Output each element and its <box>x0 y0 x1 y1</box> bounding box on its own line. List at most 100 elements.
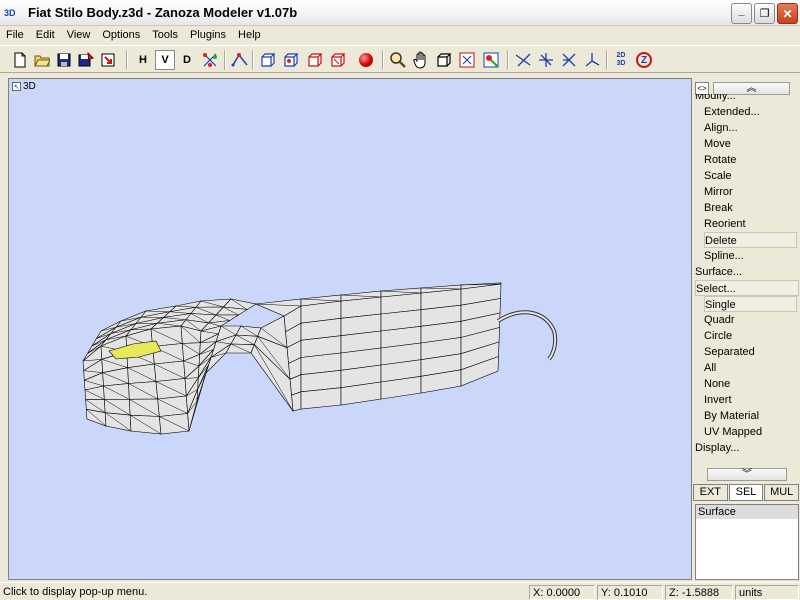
title-bar[interactable]: 3D Fiat Stilo Body.z3d - Zanoza Modeler … <box>0 0 800 26</box>
window-title: Fiat Stilo Body.z3d - Zanoza Modeler v1.… <box>28 5 298 20</box>
command-quadr[interactable]: Quadr <box>704 312 735 328</box>
command-select[interactable]: Select... <box>695 280 799 296</box>
command-modify[interactable]: Modify... <box>695 94 736 104</box>
pan-button[interactable] <box>411 50 431 70</box>
tab-sel[interactable]: SEL <box>728 484 764 501</box>
command-rotate[interactable]: Rotate <box>704 152 736 168</box>
command-display[interactable]: Display... <box>695 440 739 456</box>
2d-3d-label: 2D 3D <box>616 52 626 67</box>
edges-button[interactable] <box>230 50 250 70</box>
import-button[interactable] <box>98 50 118 70</box>
menu-view[interactable]: View <box>61 26 97 45</box>
chevron-down-icon: ︾ <box>742 468 752 480</box>
app-window: 3D Fiat Stilo Body.z3d - Zanoza Modeler … <box>0 0 800 600</box>
command-move[interactable]: Move <box>704 136 731 152</box>
axis-4-button[interactable] <box>582 50 602 70</box>
menu-edit[interactable]: Edit <box>30 26 61 45</box>
camera-icon <box>483 52 499 68</box>
command-all[interactable]: All <box>704 360 716 376</box>
new-file-icon <box>14 52 26 68</box>
command-uv-mapped[interactable]: UV Mapped <box>704 424 762 440</box>
selection-info-box: Surface <box>695 504 799 580</box>
command-spline[interactable]: Spline... <box>704 248 744 264</box>
viewport-menu-icon[interactable]: ↖ <box>12 82 21 91</box>
menu-options[interactable]: Options <box>96 26 146 45</box>
command-invert[interactable]: Invert <box>704 392 732 408</box>
command-single[interactable]: Single <box>704 296 797 312</box>
cube-button[interactable] <box>305 50 325 70</box>
restore-button[interactable]: ❐ <box>754 3 775 24</box>
menu-plugins[interactable]: Plugins <box>184 26 232 45</box>
command-reorient[interactable]: Reorient <box>704 216 746 232</box>
menu-bar: File Edit View Options Tools Plugins Hel… <box>0 26 800 45</box>
save-icon <box>57 53 71 67</box>
menu-tools[interactable]: Tools <box>146 26 184 45</box>
minimize-icon: _ <box>738 4 745 17</box>
command-circle[interactable]: Circle <box>704 328 732 344</box>
status-message: Click to display pop-up menu. <box>3 586 148 598</box>
viewport-title: 3D <box>23 81 36 92</box>
menu-file[interactable]: File <box>0 26 30 45</box>
camera-button[interactable] <box>481 50 501 70</box>
view-d-button[interactable]: D <box>177 50 197 70</box>
menu-help[interactable]: Help <box>232 26 267 45</box>
close-icon: ✕ <box>782 6 793 21</box>
open-button[interactable] <box>32 50 52 70</box>
z-button[interactable]: Z <box>634 50 654 70</box>
command-scale[interactable]: Scale <box>704 168 732 184</box>
z-icon: Z <box>636 52 652 68</box>
axis-2-button[interactable] <box>536 50 556 70</box>
axis-4-icon <box>585 53 600 67</box>
app-icon[interactable]: 3D <box>4 6 20 20</box>
view-v-button[interactable]: V <box>155 50 175 70</box>
zoom-extents-button[interactable] <box>457 50 477 70</box>
zoom-icon <box>390 52 406 68</box>
command-align[interactable]: Align... <box>704 120 738 136</box>
command-mirror[interactable]: Mirror <box>704 184 733 200</box>
tab-mul[interactable]: MUL <box>764 484 800 501</box>
cube-select-button[interactable] <box>328 50 348 70</box>
command-none[interactable]: None <box>704 376 730 392</box>
front-nose-mesh[interactable] <box>82 298 257 435</box>
save-button[interactable] <box>54 50 74 70</box>
zoom-button[interactable] <box>388 50 408 70</box>
box-select-button[interactable] <box>281 50 301 70</box>
chevron-up-icon: ︽ <box>746 82 757 94</box>
axis-3-button[interactable] <box>559 50 579 70</box>
selection-info-title: Surface <box>696 505 798 519</box>
command-break[interactable]: Break <box>704 200 733 216</box>
cube-select-icon <box>331 53 346 67</box>
tab-ext[interactable]: EXT <box>693 484 728 501</box>
command-extended[interactable]: Extended... <box>704 104 760 120</box>
command-by-material[interactable]: By Material <box>704 408 759 424</box>
box-button[interactable] <box>258 50 278 70</box>
3d-viewport[interactable]: ↖ 3D <box>8 78 692 580</box>
command-surface[interactable]: Surface... <box>695 264 742 280</box>
points-button[interactable] <box>200 50 220 70</box>
scroll-down-button[interactable]: ︾ <box>707 468 787 481</box>
command-delete[interactable]: Delete <box>704 232 797 248</box>
sphere-button[interactable] <box>356 50 376 70</box>
minimize-button[interactable]: _ <box>731 3 752 24</box>
rotate-view-button[interactable] <box>434 50 454 70</box>
axis-3-icon <box>562 53 576 67</box>
2d-3d-toggle-button[interactable]: 2D 3D <box>611 50 631 70</box>
axis-1-button[interactable] <box>513 50 533 70</box>
status-x-coord: X: 0.0000 <box>529 585 595 600</box>
close-button[interactable]: ✕ <box>777 3 798 24</box>
rotate-cube-icon <box>437 53 452 67</box>
sphere-icon <box>359 53 373 67</box>
viewport-label[interactable]: ↖ 3D <box>12 81 36 92</box>
status-z-coord: Z: -1.5888 <box>665 585 733 600</box>
car-body-mesh[interactable] <box>9 79 691 579</box>
box-icon <box>261 53 276 67</box>
view-h-label: H <box>139 54 147 66</box>
new-file-button[interactable] <box>10 50 30 70</box>
save-as-button[interactable] <box>76 50 96 70</box>
axis-2-icon <box>539 53 553 67</box>
view-d-label: D <box>183 54 191 66</box>
save-as-icon <box>78 52 94 67</box>
view-h-button[interactable]: H <box>133 50 153 70</box>
command-separated[interactable]: Separated <box>704 344 755 360</box>
rear-pillar-strip-face[interactable] <box>497 311 557 360</box>
